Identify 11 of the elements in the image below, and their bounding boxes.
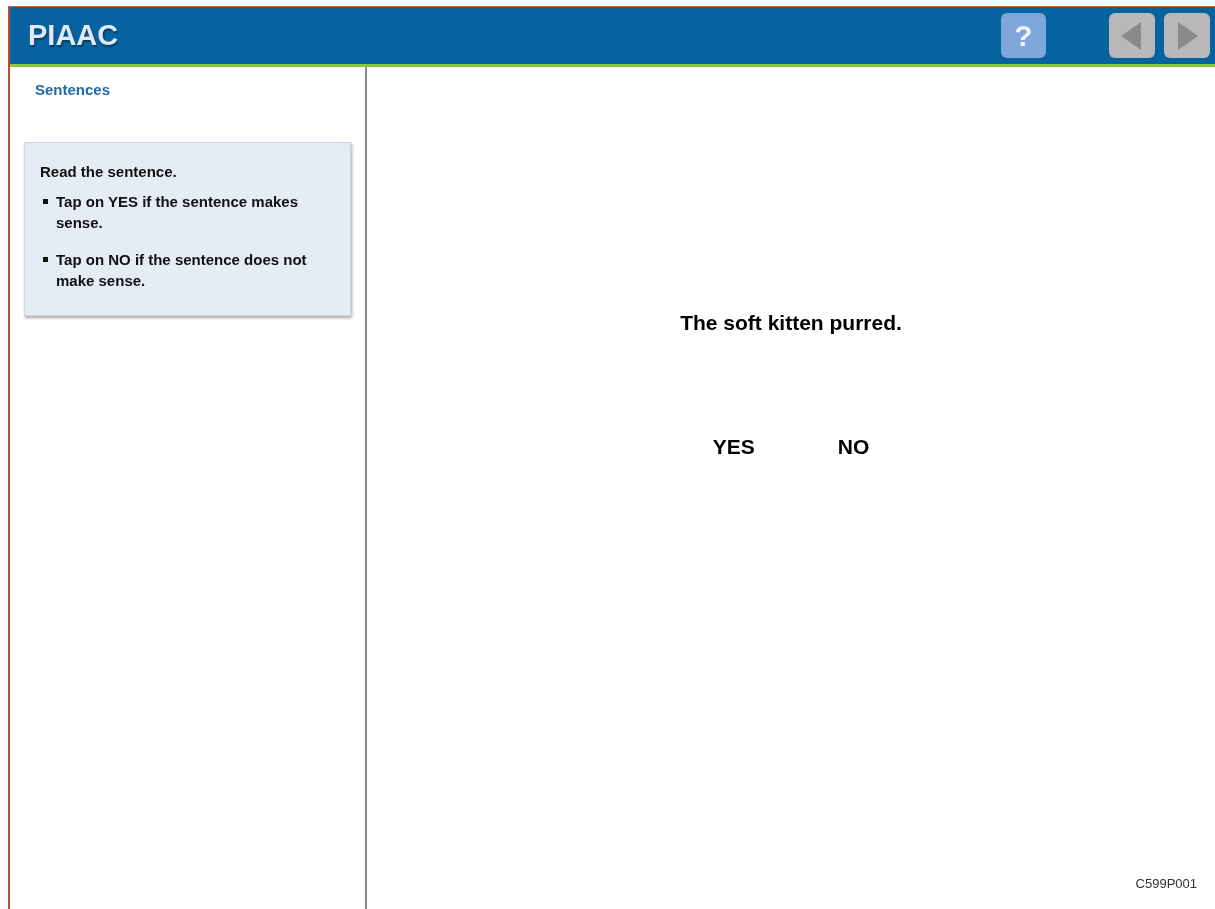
instruction-text: Read the sentence. <box>40 161 178 182</box>
instruction-text: Tap on YES if the sentence makes sense. <box>56 192 300 233</box>
bullet-icon <box>43 199 48 204</box>
answer-option[interactable]: NO <box>833 428 874 464</box>
section-heading: Sentences <box>35 80 112 100</box>
item-code: C599P001 <box>1135 874 1197 893</box>
bullet-icon <box>43 257 48 262</box>
instruction-text: Tap on NO if the sentence does not make sense. <box>56 250 308 291</box>
answer-option[interactable]: YES <box>708 428 759 464</box>
sentence-text: The soft kitten purred. <box>680 310 902 336</box>
app-title: PIAAC <box>28 17 119 53</box>
